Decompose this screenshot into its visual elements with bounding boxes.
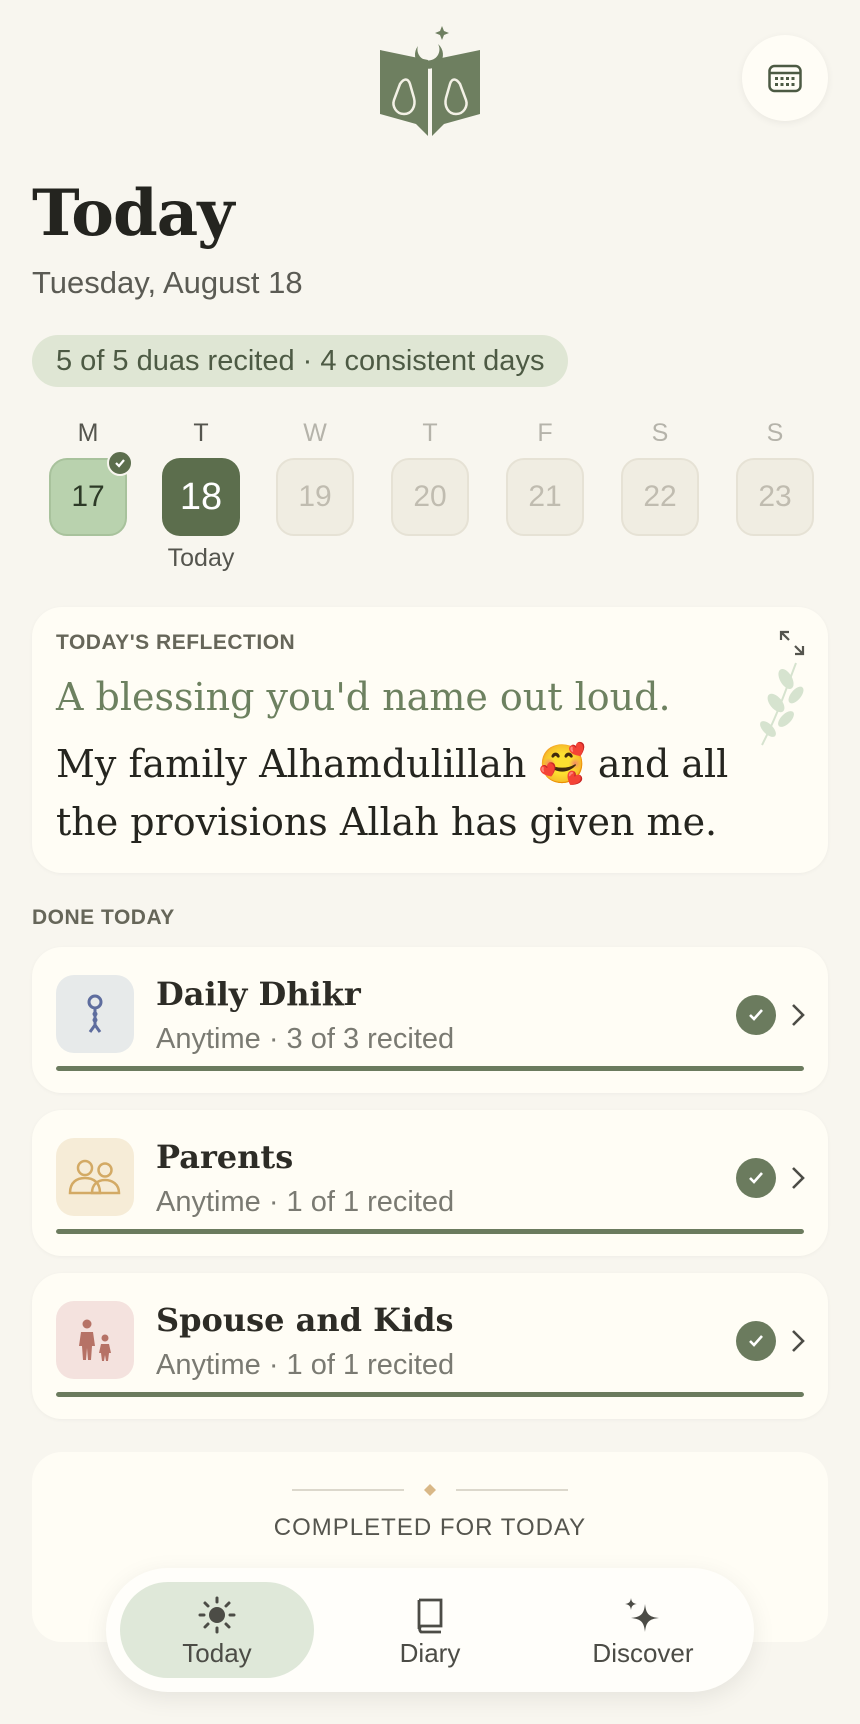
dua-name: Parents: [156, 1138, 294, 1176]
day-sunday[interactable]: S 23: [735, 416, 815, 536]
completed-check-icon: [736, 1321, 776, 1361]
day-monday[interactable]: M 17: [48, 416, 133, 536]
completed-check-icon: [736, 995, 776, 1035]
reflection-answer: My family Alhamdulillah 🥰 and all the pr…: [56, 742, 729, 844]
today-label: Today: [167, 544, 235, 572]
prayer-beads-icon: [56, 975, 134, 1053]
day-saturday[interactable]: S 22: [620, 416, 700, 536]
parent-child-icon: [56, 1301, 134, 1379]
section-title-done-today: DONE TODAY: [32, 906, 175, 929]
nav-tab-diary[interactable]: Diary: [333, 1582, 527, 1678]
day-box[interactable]: 17: [49, 450, 133, 536]
calendar-icon: [768, 64, 802, 93]
reflection-prompt: A blessing you'd name out loud.: [56, 675, 671, 719]
day-box[interactable]: 18: [162, 458, 240, 536]
progress-summary-pill: 5 of 5 duas recited · 4 consistent days: [32, 335, 569, 387]
page-date: Tuesday, August 18: [32, 265, 303, 300]
week-strip: M 17 T 18 Today W 19 T 20 F 21 S 22 S 23: [36, 416, 826, 576]
day-wednesday[interactable]: W 19: [275, 416, 355, 536]
day-box[interactable]: 19: [276, 458, 354, 536]
dua-progress-bar: [56, 1392, 804, 1397]
dua-card-spouse-and-kids[interactable]: Spouse and Kids Anytime · 1 of 1 recited: [32, 1273, 828, 1419]
leaf-icon: [760, 662, 804, 746]
day-thursday[interactable]: T 20: [390, 416, 470, 536]
day-box[interactable]: 23: [736, 458, 814, 536]
day-friday[interactable]: F 21: [505, 416, 585, 536]
chevron-right-icon: [792, 1330, 805, 1352]
expand-icon[interactable]: [778, 629, 806, 657]
calendar-button[interactable]: [742, 35, 828, 121]
nav-tab-today[interactable]: Today: [120, 1582, 314, 1678]
dua-meta: Anytime · 1 of 1 recited: [156, 1186, 455, 1218]
chevron-right-icon: [792, 1167, 805, 1189]
sparkles-icon: [625, 1598, 659, 1632]
parents-icon: [56, 1138, 134, 1216]
dua-progress-bar: [56, 1066, 804, 1071]
dua-card-daily-dhikr[interactable]: Daily Dhikr Anytime · 3 of 3 recited: [32, 947, 828, 1093]
completed-text: COMPLETED FOR TODAY: [273, 1514, 587, 1541]
diamond-divider-icon: [292, 1484, 568, 1496]
book-icon: [417, 1598, 443, 1634]
day-box[interactable]: 21: [506, 458, 584, 536]
dua-progress-bar: [56, 1229, 804, 1234]
reflection-label: TODAY'S REFLECTION: [56, 631, 296, 654]
app-logo: [378, 20, 482, 136]
reflection-card[interactable]: TODAY'S REFLECTION A blessing you'd name…: [32, 607, 828, 873]
day-tuesday[interactable]: T 18 Today: [161, 416, 241, 573]
dua-card-parents[interactable]: Parents Anytime · 1 of 1 recited: [32, 1110, 828, 1256]
chevron-right-icon: [792, 1004, 805, 1026]
nav-tab-discover[interactable]: Discover: [546, 1582, 740, 1678]
dua-name: Spouse and Kids: [156, 1301, 454, 1339]
completed-check-icon: [736, 1158, 776, 1198]
checkmark-icon: [107, 450, 133, 476]
dua-name: Daily Dhikr: [156, 975, 361, 1013]
day-box[interactable]: 22: [621, 458, 699, 536]
sun-icon: [198, 1596, 236, 1634]
bottom-nav: Today Diary Discover: [106, 1568, 754, 1692]
day-box[interactable]: 20: [391, 458, 469, 536]
page-title: Today: [32, 176, 234, 251]
dua-meta: Anytime · 3 of 3 recited: [156, 1023, 455, 1055]
dua-meta: Anytime · 1 of 1 recited: [156, 1349, 455, 1381]
